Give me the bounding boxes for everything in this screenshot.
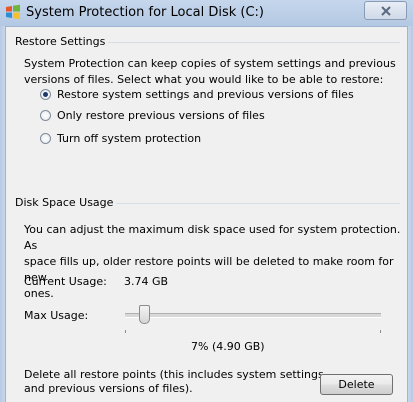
slider-tick-min [125, 330, 126, 333]
disk-space-separator [100, 203, 400, 204]
max-usage-slider-thumb[interactable] [139, 305, 150, 324]
windows-flag-icon [5, 4, 21, 20]
slider-tick-max [380, 330, 381, 333]
disk-space-group-label: Disk Space Usage [12, 196, 117, 209]
window-title: System Protection for Local Disk (C:) [26, 5, 264, 20]
radio-restore-settings-and-files[interactable]: Restore system settings and previous ver… [40, 88, 354, 101]
radio-indicator [40, 89, 51, 100]
window-frame-left [0, 26, 6, 402]
max-usage-label: Max Usage: [24, 309, 89, 322]
restore-settings-group-label: Restore Settings [12, 35, 109, 48]
radio-restore-files-only[interactable]: Only restore previous versions of files [40, 109, 265, 122]
max-usage-value: 7% (4.90 GB) [191, 340, 265, 353]
disk-space-description: You can adjust the maximum disk space us… [24, 223, 401, 300]
title-bar[interactable]: System Protection for Local Disk (C:) [0, 0, 413, 27]
radio-indicator [40, 133, 51, 144]
current-usage-label: Current Usage: [24, 275, 107, 288]
delete-restore-points-description: Delete all restore points (this includes… [24, 368, 324, 395]
window-frame-right [407, 26, 413, 402]
restore-settings-description: System Protection can keep copies of sys… [24, 57, 396, 86]
max-usage-slider-track[interactable] [125, 313, 381, 318]
close-button[interactable] [364, 1, 407, 20]
radio-turn-off-protection[interactable]: Turn off system protection [40, 132, 201, 145]
current-usage-value: 3.74 GB [124, 275, 169, 288]
close-icon [381, 6, 391, 16]
radio-indicator [40, 110, 51, 121]
delete-button[interactable]: Delete [320, 374, 393, 395]
restore-settings-separator [100, 42, 400, 43]
